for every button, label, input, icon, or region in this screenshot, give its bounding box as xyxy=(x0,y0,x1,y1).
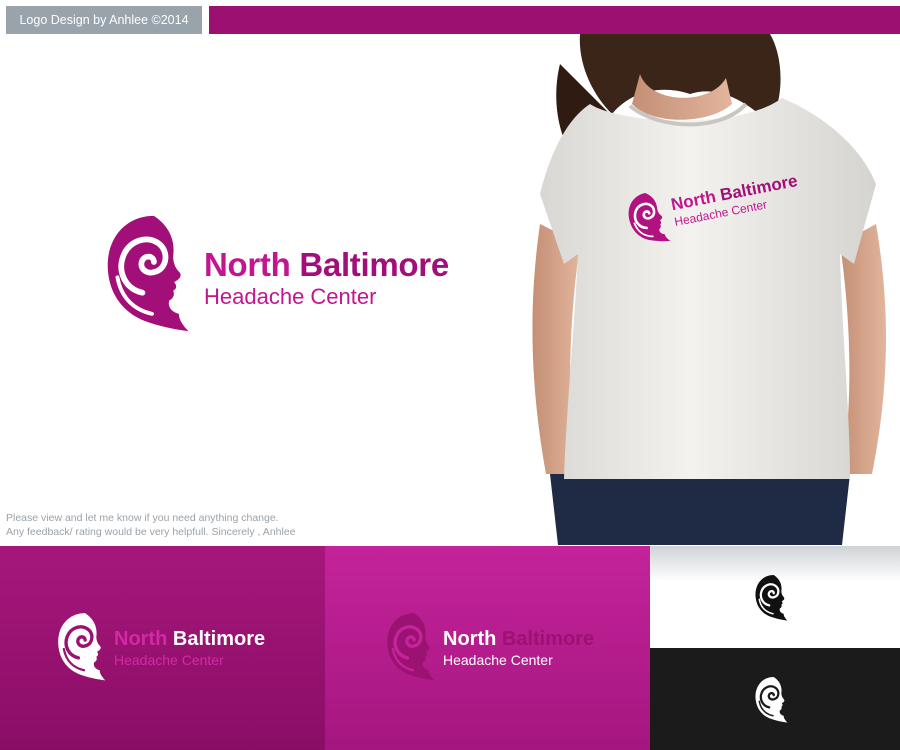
panel-a-logo: North Baltimore Headache Center xyxy=(56,612,296,682)
tshirt-model-illustration xyxy=(532,34,886,545)
logo-variant-dark-magenta: North Baltimore Headache Center xyxy=(0,546,325,750)
designer-note: Please view and let me know if you need … xyxy=(6,511,426,539)
woman-head-spiral-icon xyxy=(754,676,792,724)
panel-b-title: North Baltimore xyxy=(443,628,594,651)
woman-head-spiral-icon xyxy=(56,612,112,682)
top-banner-bar xyxy=(209,6,900,34)
main-logo: North Baltimore Headache Center xyxy=(104,214,494,338)
credit-badge: Logo Design by Anhlee ©2014 xyxy=(6,6,202,34)
panel-b-subtitle: Headache Center xyxy=(443,652,553,668)
woman-head-spiral-icon xyxy=(754,574,792,622)
logo-variant-dark xyxy=(650,648,900,750)
panel-a-title: North Baltimore xyxy=(114,628,265,651)
note-line-1: Please view and let me know if you need … xyxy=(6,512,279,524)
panel-a-word-north: North xyxy=(114,628,168,650)
panel-b-word-baltimore: Baltimore xyxy=(501,628,595,650)
woman-head-spiral-icon xyxy=(385,612,441,682)
logo-variant-bright-magenta: North Baltimore Headache Center xyxy=(325,546,650,750)
panel-b-logo: North Baltimore Headache Center xyxy=(385,612,625,682)
woman-head-spiral-icon xyxy=(623,188,676,249)
credit-text: Logo Design by Anhlee ©2014 xyxy=(19,13,189,27)
note-line-2: Any feedback/ rating would be very helpf… xyxy=(6,526,296,538)
logo-subtitle: Headache Center xyxy=(204,284,377,309)
logo-word-north: North xyxy=(204,246,291,283)
panel-b-word-north: North xyxy=(443,628,497,650)
logo-variant-light xyxy=(650,546,900,648)
panel-a-subtitle: Headache Center xyxy=(114,652,224,668)
logo-word-baltimore: Baltimore xyxy=(299,246,449,283)
panel-a-word-baltimore: Baltimore xyxy=(172,628,266,650)
woman-head-spiral-icon xyxy=(104,214,200,334)
tshirt-mockup-photo: North Baltimore Headache Center xyxy=(520,34,900,545)
logo-title: North Baltimore xyxy=(204,246,449,284)
